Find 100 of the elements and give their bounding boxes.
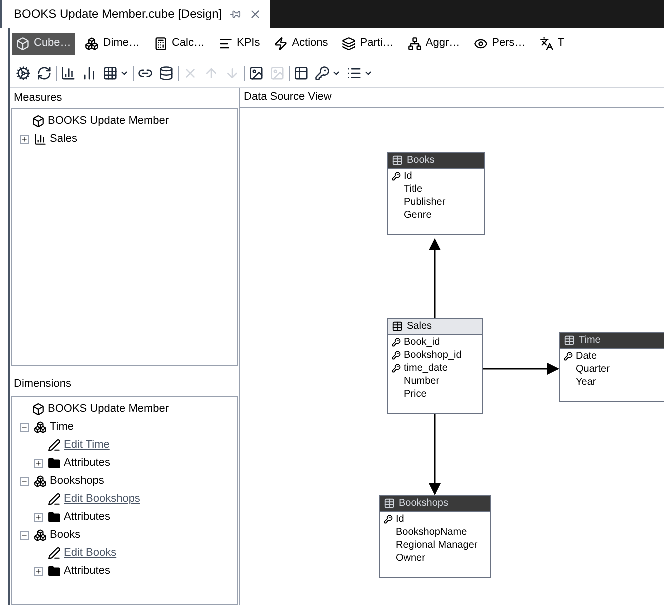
tree-item[interactable]: BOOKS Update Member — [48, 112, 170, 130]
tree-item[interactable]: Time — [50, 418, 74, 436]
tab-icon — [342, 36, 356, 50]
designer-tab[interactable]: Aggr… — [404, 32, 464, 54]
toolbar-button[interactable] — [347, 66, 373, 80]
tree-item[interactable]: Attributes — [64, 508, 110, 526]
column-name: Price — [404, 388, 427, 402]
toolbar-button[interactable] — [61, 66, 76, 80]
table-title: Bookshops — [399, 497, 448, 511]
key-icon — [392, 172, 400, 181]
bar-chart-icon — [82, 66, 97, 80]
key-icon — [392, 364, 400, 373]
column-name: BookshopName — [396, 526, 468, 540]
cube-icon — [32, 402, 45, 416]
table-card[interactable]: Books Id Title Publisher Genre — [387, 152, 485, 235]
close-icon[interactable] — [249, 8, 262, 20]
expander-icon[interactable] — [20, 134, 29, 144]
table-title: Books — [407, 154, 435, 168]
refresh-icon — [37, 66, 52, 80]
image-icon — [249, 66, 264, 80]
expander-icon[interactable] — [20, 530, 29, 540]
designer-tab[interactable]: Calc… — [150, 32, 209, 54]
key-icon — [392, 351, 400, 360]
tree-item[interactable]: Bookshops — [50, 472, 104, 490]
table-card[interactable]: Sales Book_id Bookshop_id time_date Number Price — [387, 318, 483, 414]
column-name: Genre — [404, 209, 432, 223]
tree-item[interactable]: Attributes — [64, 454, 110, 472]
column-name: Year — [576, 376, 596, 390]
column-name: Publisher — [404, 196, 446, 210]
edit-link[interactable]: Edit Books — [64, 544, 117, 562]
key-icon — [392, 338, 400, 347]
expander-icon[interactable] — [34, 566, 43, 576]
expander-icon[interactable] — [34, 512, 43, 522]
column-name: Quarter — [576, 363, 610, 377]
folder-icon — [48, 564, 61, 578]
designer-tab[interactable]: KPIs — [214, 32, 264, 54]
table-icon — [392, 155, 403, 166]
column-name: Number — [404, 375, 440, 389]
toolbar-button[interactable] — [16, 66, 31, 80]
toolbar-button[interactable] — [37, 66, 52, 80]
key-icon — [315, 66, 330, 80]
table-icon — [384, 498, 395, 509]
folder-icon — [48, 456, 61, 470]
tab-icon — [218, 36, 233, 50]
pane-header: Data Source View — [240, 88, 664, 108]
key-icon — [564, 352, 572, 361]
folder-icon — [48, 510, 61, 524]
pencil-icon — [48, 438, 61, 452]
tab-icon — [474, 36, 488, 50]
pane-header: Measures — [13, 90, 64, 106]
column-name: Bookshop_id — [404, 349, 462, 363]
designer-tab[interactable]: Pers… — [470, 32, 530, 54]
column-name: Id — [404, 170, 412, 184]
cube-icon — [32, 114, 45, 128]
toolbar-button[interactable] — [315, 66, 341, 80]
tree-item[interactable]: Books — [50, 526, 81, 544]
pencil-icon — [48, 546, 61, 560]
table-icon — [564, 335, 575, 346]
tree-item[interactable]: Sales — [50, 130, 78, 148]
edit-link[interactable]: Edit Time — [64, 436, 110, 454]
table-icon — [294, 66, 309, 80]
table-icon — [392, 321, 403, 332]
expander-icon[interactable] — [20, 422, 29, 432]
toolbar-button[interactable] — [249, 66, 264, 80]
toolbar-button[interactable] — [294, 66, 309, 80]
gear-icon — [16, 66, 31, 80]
tab-icon — [85, 36, 100, 50]
tab-icon — [408, 36, 422, 50]
designer-tab[interactable]: Parti… — [338, 32, 398, 54]
designer-tab[interactable]: T — [536, 32, 569, 54]
edit-link[interactable]: Edit Bookshops — [64, 490, 140, 508]
table-title: Time — [579, 334, 601, 348]
tab-icon — [154, 36, 168, 50]
table-card[interactable]: Time Date Quarter Year — [559, 332, 664, 402]
designer-tab[interactable]: Actions — [270, 32, 332, 54]
grid-icon — [103, 66, 118, 80]
tree-item[interactable]: Attributes — [64, 562, 110, 580]
tab-icon — [540, 36, 554, 50]
key-icon — [384, 515, 392, 524]
dimension-icon — [34, 528, 47, 542]
column-name: Book_id — [404, 336, 440, 350]
toolbar-button[interactable] — [159, 66, 174, 80]
toolbar-button[interactable] — [82, 66, 97, 80]
expander-icon[interactable] — [34, 458, 43, 468]
toolbar-button[interactable] — [103, 66, 129, 80]
database-icon — [159, 66, 174, 80]
down-arrow-icon — [225, 66, 240, 80]
dimension-icon — [34, 474, 47, 488]
table-card[interactable]: Bookshops Id BookshopName Regional Manager Owner — [379, 495, 491, 578]
tree-item[interactable]: BOOKS Update Member — [48, 400, 170, 418]
expander-icon[interactable] — [20, 476, 29, 486]
tab-icon — [274, 36, 288, 50]
pencil-icon — [48, 492, 61, 506]
pin-icon[interactable] — [230, 8, 242, 20]
column-name: Title — [404, 183, 423, 197]
designer-tab[interactable]: Dime… — [81, 32, 144, 54]
tab-icon — [16, 36, 30, 50]
column-name: time_date — [404, 362, 448, 376]
designer-tab[interactable]: Cube… — [12, 32, 76, 54]
image-icon — [270, 66, 285, 80]
